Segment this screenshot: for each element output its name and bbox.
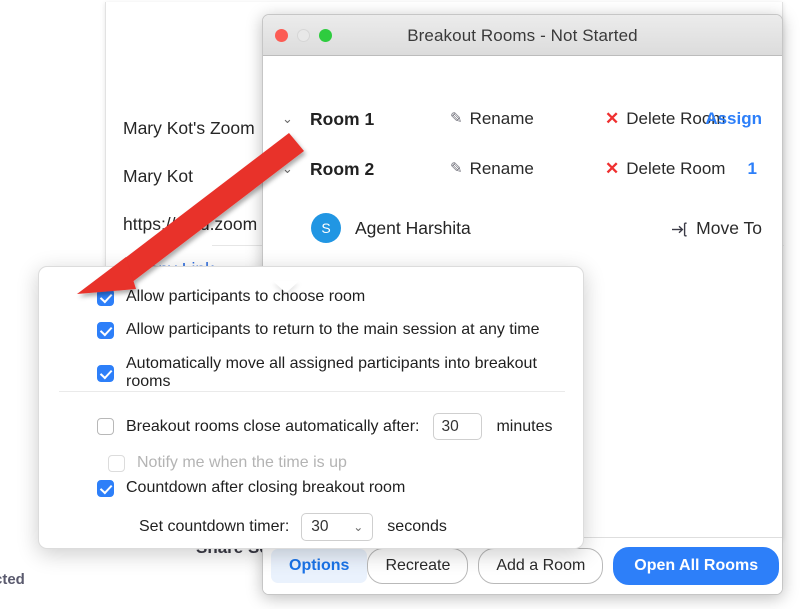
chevron-down-icon[interactable]: ⌄ (282, 161, 310, 177)
move-to-button[interactable]: Move To (671, 218, 762, 239)
room-name-label: Room 2 (310, 158, 375, 179)
rename-label: Rename (469, 159, 534, 178)
close-x-icon: ✕ (605, 159, 620, 178)
move-to-icon (671, 222, 688, 237)
option-auto-close-rooms[interactable]: Breakout rooms close automatically after… (97, 413, 553, 440)
countdown-timer-select[interactable]: 30 ⌄ (301, 513, 374, 541)
table-row: ⌄ Room 1 ✎ Rename ✕ Delete Room Assign (263, 94, 782, 144)
footer-actions: Recreate Add a Room Open All Rooms (367, 547, 780, 585)
popup-divider (59, 391, 565, 392)
delete-room-label: Delete Room (626, 159, 726, 178)
option-notify-time-up: Notify me when the time is up (108, 454, 347, 472)
auto-close-minutes-input[interactable] (433, 413, 483, 440)
window-title: Breakout Rooms - Not Started (407, 26, 638, 45)
checkbox-icon[interactable] (97, 418, 114, 435)
close-x-icon: ✕ (605, 109, 620, 128)
seconds-unit-label: seconds (387, 518, 447, 535)
checkbox-icon[interactable] (97, 321, 114, 339)
rename-room-button[interactable]: ✎ Rename (450, 109, 605, 129)
connection-status-text: cted (0, 571, 25, 588)
checkbox-icon (108, 454, 125, 472)
option-label: Allow participants to return to the main… (126, 321, 540, 338)
option-allow-return-main[interactable]: Allow participants to return to the main… (97, 321, 540, 339)
option-auto-move-participants[interactable]: Automatically move all assigned particip… (97, 355, 583, 391)
checkbox-icon[interactable] (97, 364, 114, 382)
screenshot-root: Mary Kot's Zoom Mary Kot https://umd.zoo… (0, 0, 801, 609)
participant-name-label: Agent Harshita (355, 217, 471, 238)
invite-url-text: https://umd.zoom (123, 214, 258, 234)
room-name-label: Room 1 (310, 108, 375, 129)
option-allow-choose-room[interactable]: Allow participants to choose room (97, 288, 365, 306)
assign-button[interactable]: Assign (705, 109, 762, 129)
countdown-timer-label: Set countdown timer: (139, 518, 290, 535)
move-to-label: Move To (696, 217, 762, 238)
window-title-bar: Breakout Rooms - Not Started (263, 15, 782, 56)
avatar: S (311, 213, 341, 243)
rename-room-button[interactable]: ✎ Rename (450, 159, 605, 179)
chevron-down-icon: ⌄ (353, 520, 364, 534)
option-label: Automatically move all assigned particip… (126, 355, 537, 390)
checkbox-icon[interactable] (97, 288, 114, 306)
list-item: S Agent Harshita Move To (263, 201, 782, 255)
option-label: Countdown after closing breakout room (126, 479, 406, 496)
delete-room-button[interactable]: ✕ Delete Room (605, 159, 725, 179)
rename-label: Rename (469, 109, 534, 128)
table-row: ⌄ Room 2 ✎ Rename ✕ Delete Room 1 (263, 144, 782, 194)
pencil-icon: ✎ (450, 110, 463, 127)
host-name-text: Mary Kot (123, 166, 194, 186)
breakout-options-popup: Allow participants to choose room Allow … (38, 266, 584, 549)
recreate-button[interactable]: Recreate (367, 548, 469, 584)
chevron-down-icon[interactable]: ⌄ (282, 111, 310, 127)
pencil-icon: ✎ (450, 160, 463, 177)
minutes-unit-label: minutes (496, 417, 553, 435)
popup-pointer-tail (273, 281, 299, 293)
checkbox-icon[interactable] (97, 479, 114, 497)
option-label: Notify me when the time is up (137, 454, 347, 471)
option-label: Breakout rooms close automatically after… (126, 417, 420, 435)
countdown-timer-setting: Set countdown timer: 30 ⌄ seconds (139, 513, 447, 541)
open-all-rooms-button[interactable]: Open All Rooms (613, 547, 780, 585)
option-countdown-after-closing[interactable]: Countdown after closing breakout room (97, 479, 405, 497)
options-button[interactable]: Options (271, 549, 368, 583)
option-label: Allow participants to choose room (126, 288, 366, 305)
countdown-timer-value: 30 (311, 518, 329, 535)
add-a-room-button[interactable]: Add a Room (478, 548, 604, 584)
meeting-title-text: Mary Kot's Zoom (123, 118, 255, 138)
participant-count-badge: 1 (747, 159, 757, 178)
